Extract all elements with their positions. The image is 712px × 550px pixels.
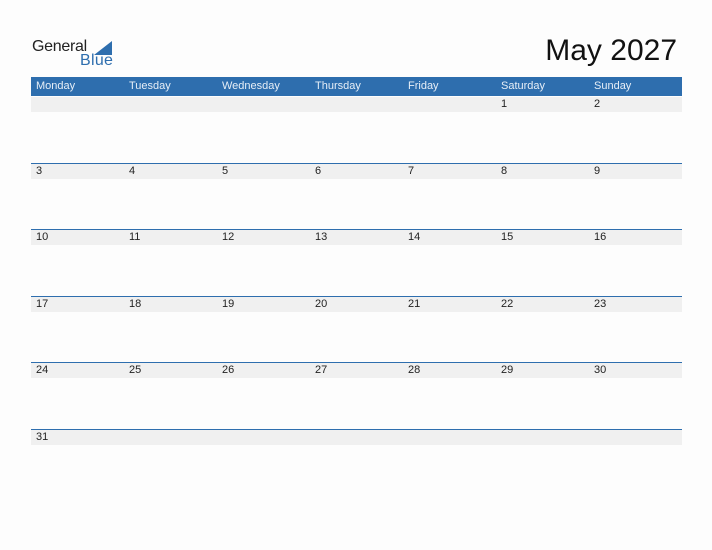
day-cell: 31: [36, 431, 49, 443]
day-cell: [124, 430, 217, 445]
day-cell: 14: [408, 231, 421, 243]
weekday-header: Monday Tuesday Wednesday Thursday Friday…: [31, 77, 682, 96]
day-cell: 25: [129, 364, 142, 376]
day-cell: 13: [315, 231, 328, 243]
day-cell: 20: [315, 298, 328, 310]
day-cell: 6: [315, 165, 322, 177]
day-cell: [31, 97, 124, 112]
day-cell: 16: [594, 231, 607, 243]
day-cell: [403, 430, 496, 445]
week-row: 3 4 5 6 7 8 9: [31, 163, 682, 230]
day-cell: 1: [501, 98, 508, 110]
day-cell: 23: [594, 298, 607, 310]
day-cell: [589, 430, 682, 445]
week-row: 24 25 26 27 28 29 30: [31, 362, 682, 429]
day-cell: 24: [36, 364, 49, 376]
weekday-tuesday: Tuesday: [129, 80, 171, 92]
week-row: 10 11 12 13 14 15 16: [31, 229, 682, 296]
date-band: 17 18 19 20 21 22 23: [31, 297, 682, 312]
day-cell: [217, 97, 310, 112]
week-row: 17 18 19 20 21 22 23: [31, 296, 682, 363]
day-cell: 22: [501, 298, 514, 310]
date-band: 24 25 26 27 28 29 30: [31, 363, 682, 378]
day-cell: [496, 430, 589, 445]
weekday-monday: Monday: [36, 80, 76, 92]
weekday-sunday: Sunday: [594, 80, 632, 92]
day-cell: 17: [36, 298, 49, 310]
day-cell: 21: [408, 298, 421, 310]
day-cell: 15: [501, 231, 514, 243]
day-cell: 7: [408, 165, 415, 177]
day-cell: [217, 430, 310, 445]
day-cell: 4: [129, 165, 136, 177]
logo: General Blue: [32, 38, 122, 72]
date-band: 31: [31, 430, 682, 445]
date-band: 12: [31, 97, 682, 112]
day-cell: 28: [408, 364, 421, 376]
day-cell: 19: [222, 298, 235, 310]
date-band: 3 4 5 6 7 8 9: [31, 164, 682, 179]
day-cell: 10: [36, 231, 49, 243]
weekday-wednesday: Wednesday: [222, 80, 280, 92]
date-band: 10 11 12 13 14 15 16: [31, 230, 682, 245]
weekday-thursday: Thursday: [315, 80, 361, 92]
day-cell: [403, 97, 496, 112]
day-cell: [310, 97, 403, 112]
day-cell: 11: [129, 231, 141, 243]
day-cell: 3: [36, 165, 43, 177]
weekday-friday: Friday: [408, 80, 439, 92]
day-cell: 30: [594, 364, 607, 376]
page-title: May 2027: [545, 34, 677, 67]
day-cell: 8: [501, 165, 508, 177]
logo-text-general: General: [32, 38, 87, 55]
day-cell: 12: [222, 231, 235, 243]
day-cell: 18: [129, 298, 142, 310]
day-cell: 9: [594, 165, 601, 177]
day-cell: 5: [222, 165, 229, 177]
day-cell: [310, 430, 403, 445]
day-cell: 27: [315, 364, 328, 376]
week-row: 31: [31, 429, 682, 496]
day-cell: 26: [222, 364, 235, 376]
weekday-saturday: Saturday: [501, 80, 546, 92]
logo-text-blue: Blue: [80, 52, 114, 69]
day-cell: 2: [594, 98, 601, 110]
day-cell: 29: [501, 364, 514, 376]
week-row: 12: [31, 97, 682, 163]
day-cell: [124, 97, 217, 112]
